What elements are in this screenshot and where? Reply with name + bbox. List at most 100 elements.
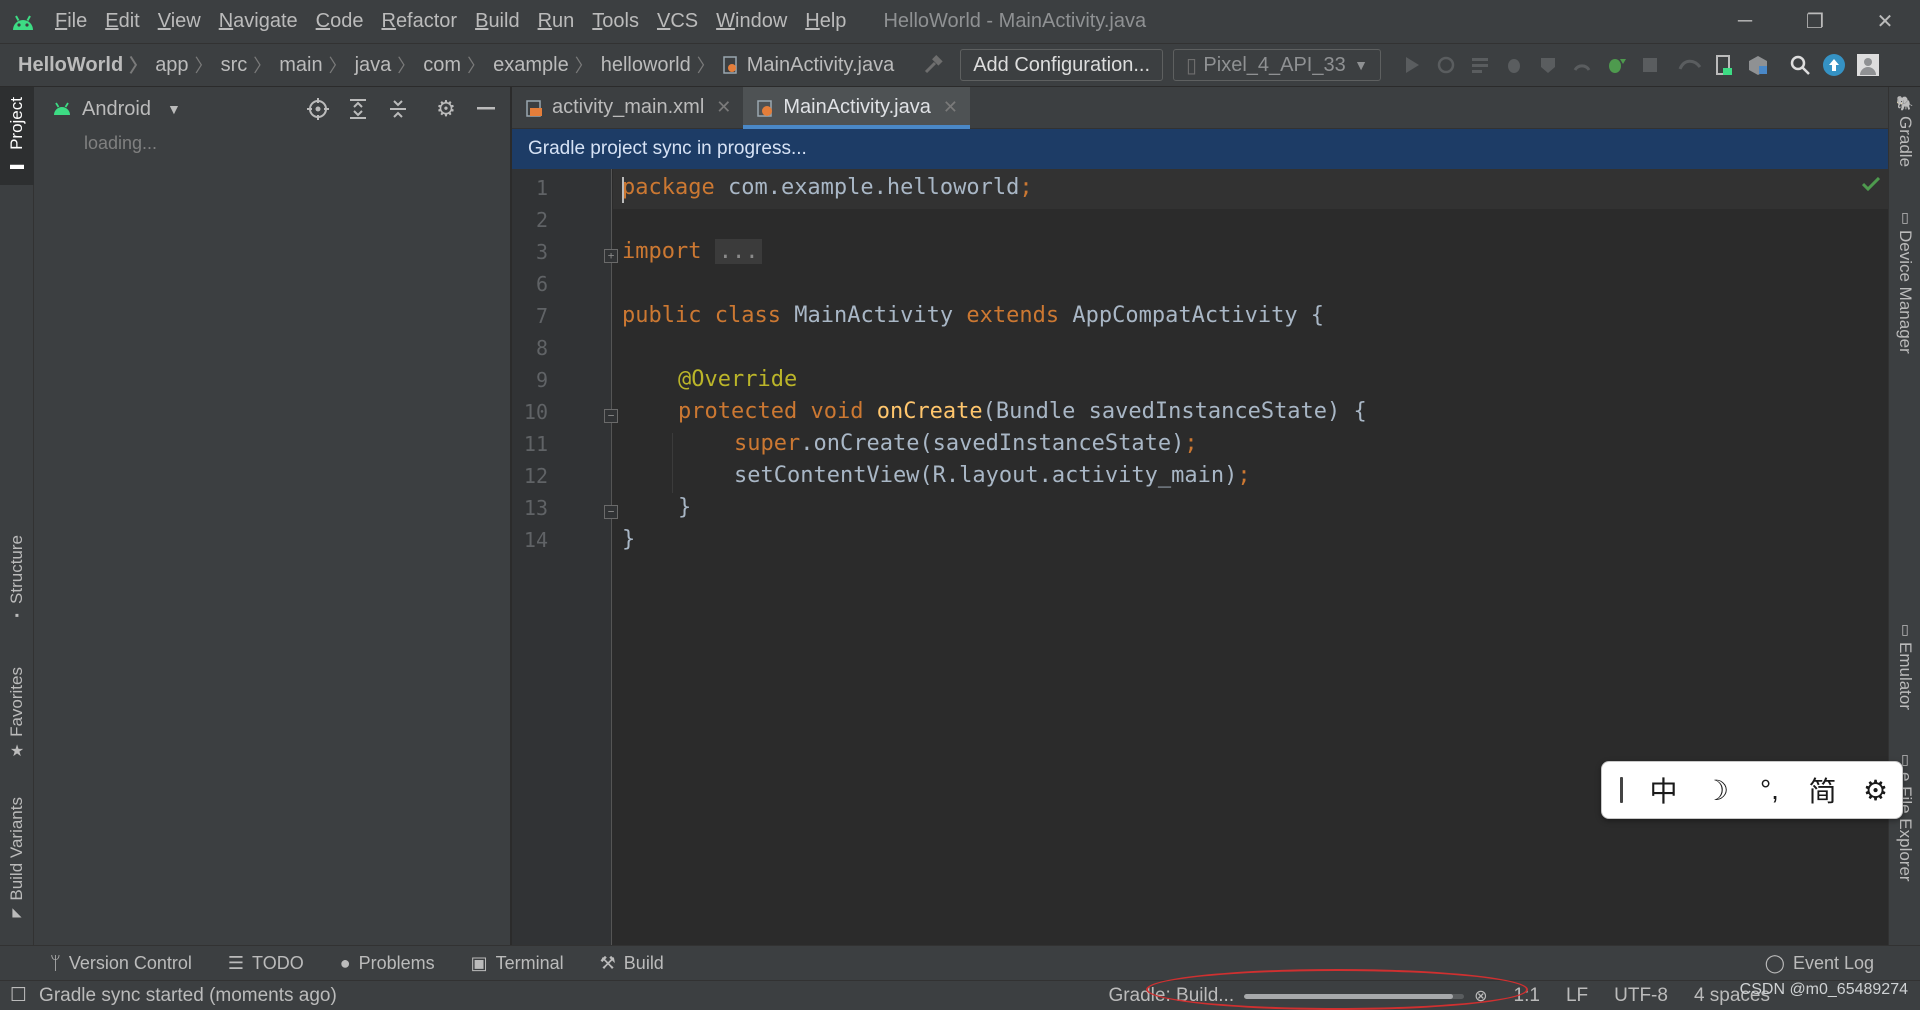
simplified-toggle[interactable]: 简 <box>1796 770 1849 810</box>
status-toggle-icon[interactable]: ☐ <box>10 984 27 1007</box>
line-separator[interactable]: LF <box>1566 985 1588 1007</box>
expand-all-icon[interactable] <box>338 87 378 131</box>
line-number: 11 <box>523 432 548 456</box>
coverage-icon[interactable] <box>1531 48 1565 82</box>
folder-icon: ▬ <box>10 155 24 172</box>
tool-tab-event-log[interactable]: ◯ Event Log <box>1765 946 1874 981</box>
hammer-icon[interactable] <box>916 48 950 82</box>
fold-end-icon[interactable]: − <box>604 505 618 519</box>
file-encoding[interactable]: UTF-8 <box>1614 985 1668 1007</box>
navigation-bar: HelloWorld 〉 app 〉 src 〉 main 〉 java 〉 com 〉 e… <box>0 43 1920 87</box>
sdk-manager-icon[interactable] <box>1741 48 1775 82</box>
line-number: 8 <box>535 336 548 360</box>
menu-file[interactable]: File <box>46 10 96 33</box>
line-gutter: 1 2 3 6 7 8 9 10 11 12 13 14 <box>512 169 612 945</box>
status-bar: ☐ Gradle sync started (moments ago) Grad… <box>0 980 1920 1010</box>
menu-vcs[interactable]: VCS <box>648 10 707 33</box>
code-line-1: package com.example.helloworld; <box>622 175 1033 200</box>
debug-icon[interactable] <box>1497 48 1531 82</box>
tool-tab-structure[interactable]: Structure ▪ <box>0 535 34 629</box>
menu-build[interactable]: Build <box>466 10 528 33</box>
menu-tools[interactable]: Tools <box>583 10 648 33</box>
stop-icon[interactable] <box>1633 48 1667 82</box>
fold-collapse-icon[interactable]: − <box>604 409 618 423</box>
update-icon[interactable] <box>1817 48 1851 82</box>
line-number: 2 <box>535 208 548 232</box>
tool-tab-todo[interactable]: ☰ TODO <box>228 953 304 974</box>
tool-tab-version-control[interactable]: ᛘ Version Control <box>50 953 192 974</box>
ime-settings-icon[interactable]: ⚙ <box>1849 774 1902 807</box>
search-icon[interactable] <box>1783 48 1817 82</box>
tool-tab-build-variants[interactable]: Build Variants ◣ <box>0 797 34 931</box>
menu-window[interactable]: Window <box>707 10 796 33</box>
collapse-all-icon[interactable] <box>378 87 418 131</box>
project-view-selector[interactable]: Android ▼ <box>52 98 181 121</box>
restore-button[interactable]: ❐ <box>1780 0 1850 43</box>
avd-manager-icon[interactable] <box>1707 48 1741 82</box>
sync-gradle-icon[interactable] <box>1673 48 1707 82</box>
tool-tab-terminal[interactable]: ▣ Terminal <box>471 953 564 974</box>
menu-run[interactable]: Run <box>529 10 584 33</box>
breadcrumb-helloworld[interactable]: helloworld 〉 <box>601 52 723 78</box>
hide-icon[interactable] <box>466 87 506 131</box>
breadcrumb-example[interactable]: example 〉 <box>493 52 601 78</box>
breadcrumb-src[interactable]: src 〉 <box>221 52 280 78</box>
code-line-3: import ... <box>622 239 763 264</box>
punctuation-toggle[interactable]: °, <box>1743 774 1796 806</box>
tool-tab-favorites[interactable]: Favorites ★ <box>0 667 34 769</box>
java-file-icon <box>757 99 775 117</box>
ime-language-toggle[interactable]: 中 <box>1637 770 1690 810</box>
apply-code-changes-icon[interactable] <box>1463 48 1497 82</box>
attach-debugger-icon[interactable] <box>1599 48 1633 82</box>
close-button[interactable]: ✕ <box>1850 0 1920 43</box>
gear-icon[interactable]: ⚙ <box>426 87 466 131</box>
tab-mainactivity-java[interactable]: MainActivity.java ✕ <box>743 87 970 129</box>
ime-drag-handle[interactable] <box>1620 777 1623 803</box>
tab-activity-main-xml[interactable]: activity_main.xml ✕ <box>512 87 743 128</box>
add-configuration-button[interactable]: Add Configuration... <box>960 49 1163 81</box>
breadcrumb-java[interactable]: java 〉 <box>355 52 424 78</box>
breadcrumb-com[interactable]: com 〉 <box>423 52 493 78</box>
code-line-12: setContentView(R.layout.activity_main); <box>734 463 1251 488</box>
minimize-button[interactable]: ─ <box>1710 0 1780 43</box>
tool-tab-gradle[interactable]: 🐘 Gradle <box>1889 95 1920 177</box>
project-loading-text: loading... <box>84 133 158 153</box>
tool-tab-device-manager[interactable]: ▯ Device Manager <box>1889 209 1920 399</box>
folded-imports[interactable]: ... <box>714 239 763 264</box>
emulator-icon: ▯ <box>1901 621 1909 637</box>
run-icon[interactable] <box>1395 48 1429 82</box>
moon-icon[interactable]: ☽ <box>1690 774 1743 807</box>
no-problems-check-icon[interactable] <box>1861 176 1881 196</box>
apply-changes-icon[interactable] <box>1429 48 1463 82</box>
tool-tab-emulator[interactable]: ▯ Emulator <box>1889 621 1920 721</box>
indent-guide <box>672 433 673 493</box>
menu-view[interactable]: View <box>149 10 210 33</box>
menu-code[interactable]: Code <box>307 10 373 33</box>
fold-expand-icon[interactable]: + <box>604 249 618 263</box>
device-selector[interactable]: ▯ Pixel_4_API_33 ▼ <box>1173 49 1381 81</box>
profile-icon[interactable] <box>1565 48 1599 82</box>
breadcrumb-main[interactable]: main 〉 <box>279 52 354 78</box>
close-tab-icon[interactable]: ✕ <box>716 97 731 118</box>
account-icon[interactable] <box>1851 48 1885 82</box>
tool-tab-build[interactable]: ⚒ Build <box>600 953 664 974</box>
status-message: Gradle sync started (moments ago) <box>39 984 337 1006</box>
close-tab-icon[interactable]: ✕ <box>943 97 958 118</box>
tool-tab-project[interactable]: Project ▬ <box>0 87 34 185</box>
menu-navigate[interactable]: Navigate <box>210 10 307 33</box>
xml-file-icon <box>526 99 544 117</box>
breadcrumb-project[interactable]: HelloWorld 〉 <box>0 52 155 78</box>
menu-refactor[interactable]: Refactor <box>372 10 466 33</box>
line-number: 9 <box>535 368 548 392</box>
line-number: 6 <box>535 272 548 296</box>
locate-icon[interactable] <box>298 87 338 131</box>
list-icon: ☰ <box>227 952 245 973</box>
bottom-tool-bar: ᛘ Version Control ☰ TODO ● Problems ▣ Termin… <box>0 945 1920 980</box>
menu-edit[interactable]: Edit <box>96 10 148 33</box>
menu-help[interactable]: Help <box>796 10 855 33</box>
tool-tab-problems[interactable]: ● Problems <box>340 953 435 974</box>
breadcrumb-app[interactable]: app 〉 <box>155 52 220 78</box>
breadcrumb-file[interactable]: MainActivity.java <box>723 54 894 77</box>
code-editor[interactable]: 1 2 3 6 7 8 9 10 11 12 13 14 + − − packa… <box>512 169 1888 945</box>
java-file-icon <box>723 56 739 74</box>
